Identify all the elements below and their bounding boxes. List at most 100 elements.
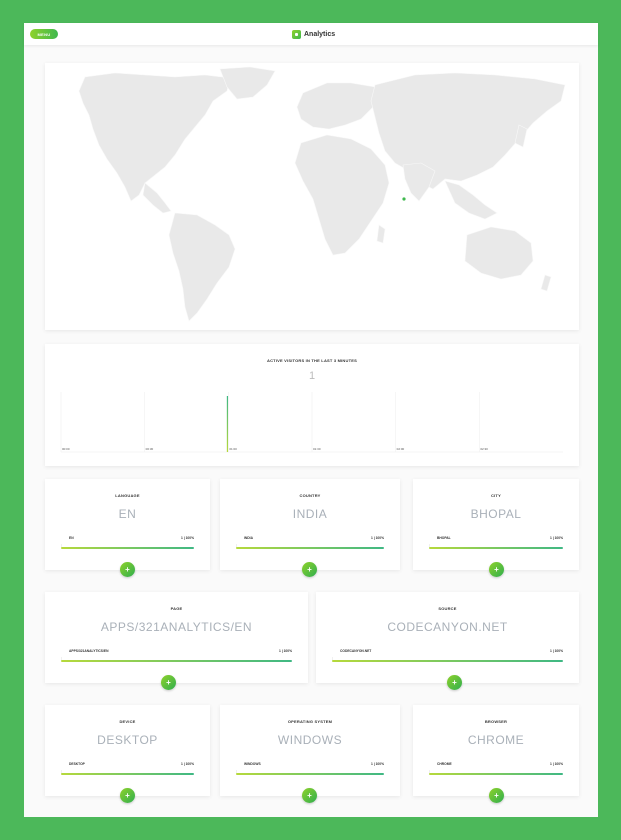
pct-value: 100% xyxy=(185,536,194,540)
row-label: CHROME xyxy=(437,762,452,766)
row-label: WINDOWS xyxy=(244,762,261,766)
pct-value: 100% xyxy=(185,762,194,766)
progress-bar xyxy=(429,773,563,775)
row-label: INDIA xyxy=(244,536,253,540)
map-central-america xyxy=(142,182,172,214)
progress-bar xyxy=(236,773,384,775)
row-count: 1 | 100% xyxy=(370,762,384,766)
card-title: CITY xyxy=(491,493,501,498)
world-map[interactable] xyxy=(45,63,579,330)
expand-button[interactable]: + xyxy=(161,675,176,690)
pct-value: 100% xyxy=(375,536,384,540)
count-value: 1 xyxy=(549,536,552,540)
expand-button[interactable]: + xyxy=(120,562,135,577)
row-count: 1 | 100% xyxy=(278,649,292,653)
chart-tick-label: 00:30 xyxy=(146,447,154,451)
map-north-america xyxy=(78,72,231,202)
count-value: 1 xyxy=(180,762,183,766)
brand[interactable]: Analytics xyxy=(292,29,335,39)
map-asia xyxy=(370,72,566,190)
card-value: WINDOWS xyxy=(277,733,343,747)
expand-button[interactable]: + xyxy=(447,675,462,690)
progress-bar xyxy=(61,773,194,775)
card-title: SOURCE xyxy=(438,606,457,611)
row-count: 1 | 100% xyxy=(549,762,563,766)
map-greenland xyxy=(219,66,276,100)
count-value: 1 xyxy=(180,536,183,540)
map-visitor-marker[interactable] xyxy=(402,197,406,201)
card-title: DEVICE xyxy=(119,719,136,724)
expand-button[interactable]: + xyxy=(302,562,317,577)
browser-card: BROWSER CHROME CHROME 1 | 100% + xyxy=(413,705,579,803)
pct-value: 100% xyxy=(554,762,563,766)
row-count: 1 | 100% xyxy=(180,762,194,766)
top-bar: MENU Analytics xyxy=(24,23,598,45)
count-value: 1 xyxy=(370,536,373,540)
menu-button[interactable]: MENU xyxy=(30,29,58,39)
card-value: BHOPAL xyxy=(470,507,522,521)
card-value: INDIA xyxy=(292,507,328,521)
expand-button[interactable]: + xyxy=(120,788,135,803)
chart-tick-label: 00:00 xyxy=(62,447,70,451)
stat-row: INDIA 1 | 100% xyxy=(236,536,384,542)
map-india xyxy=(402,162,436,202)
row-count: 1 | 100% xyxy=(549,536,563,540)
row-count: 1 | 100% xyxy=(180,536,194,540)
expand-button[interactable]: + xyxy=(489,788,504,803)
source-card: SOURCE CODECANYON.NET CODECANYON.NET 1 |… xyxy=(316,592,579,690)
app-frame: MENU Analytics ACTIVE VISITORS IN THE LA… xyxy=(24,23,598,817)
country-card: COUNTRY INDIA INDIA 1 | 100% + xyxy=(220,479,400,577)
map-south-america xyxy=(168,212,236,322)
pct-value: 100% xyxy=(554,536,563,540)
progress-bar xyxy=(429,547,563,549)
pct-value: 100% xyxy=(554,649,563,653)
stat-row: CODECANYON.NET 1 | 100% xyxy=(332,649,563,655)
card-title: LANGUAGE xyxy=(115,493,140,498)
card-title: BROWSER xyxy=(484,719,508,724)
chart-tick-label: 01:30 xyxy=(313,447,321,451)
row-count: 1 | 100% xyxy=(370,536,384,540)
active-visitors-card: ACTIVE VISITORS IN THE LAST 3 MINUTES 1 … xyxy=(45,344,579,466)
map-africa xyxy=(294,134,390,256)
card-title: PAGE xyxy=(170,606,183,611)
stat-row: WINDOWS 1 | 100% xyxy=(236,762,384,768)
language-card: LANGUAGE EN EN 1 | 100% + xyxy=(45,479,210,577)
card-value: APPS/321ANALYTICS/EN xyxy=(100,620,253,634)
card-value: CHROME xyxy=(467,733,525,747)
count-value: 1 xyxy=(549,762,552,766)
expand-button[interactable]: + xyxy=(302,788,317,803)
map-europe xyxy=(296,82,382,130)
count-value: 1 xyxy=(278,649,281,653)
map-madagascar xyxy=(376,224,386,244)
stat-row: BHOPAL 1 | 100% xyxy=(429,536,563,542)
row-label: APPS/321ANALYTICS/EN xyxy=(69,649,109,653)
progress-bar xyxy=(61,547,194,549)
world-map-card xyxy=(45,63,579,330)
chart-tick-label: 01:00 xyxy=(229,447,237,451)
row-label: DESKTOP xyxy=(69,762,85,766)
map-australia xyxy=(464,226,534,280)
pct-value: 100% xyxy=(375,762,384,766)
progress-bar xyxy=(332,660,563,662)
progress-bar xyxy=(236,547,384,549)
os-card: OPERATING SYSTEM WINDOWS WINDOWS 1 | 100… xyxy=(220,705,400,803)
visitors-chart: 00:00 00:30 01:00 01:30 02:00 02:30 xyxy=(60,392,563,453)
stat-row: EN 1 | 100% xyxy=(61,536,194,542)
stat-row: APPS/321ANALYTICS/EN 1 | 100% xyxy=(61,649,292,655)
device-card: DEVICE DESKTOP DESKTOP 1 | 100% + xyxy=(45,705,210,803)
progress-bar xyxy=(61,660,292,662)
card-title: COUNTRY xyxy=(299,493,321,498)
row-label: CODECANYON.NET xyxy=(340,649,372,653)
page-card: PAGE APPS/321ANALYTICS/EN APPS/321ANALYT… xyxy=(45,592,308,690)
stat-row: DESKTOP 1 | 100% xyxy=(61,762,194,768)
map-southeast-asia xyxy=(444,180,498,220)
row-count: 1 | 100% xyxy=(549,649,563,653)
pct-value: 100% xyxy=(283,649,292,653)
card-value: DESKTOP xyxy=(97,733,158,747)
card-value: CODECANYON.NET xyxy=(387,620,508,634)
expand-button[interactable]: + xyxy=(489,562,504,577)
count-value: 1 xyxy=(370,762,373,766)
stat-row: CHROME 1 | 100% xyxy=(429,762,563,768)
card-title: OPERATING SYSTEM xyxy=(287,719,333,724)
row-label: BHOPAL xyxy=(437,536,451,540)
